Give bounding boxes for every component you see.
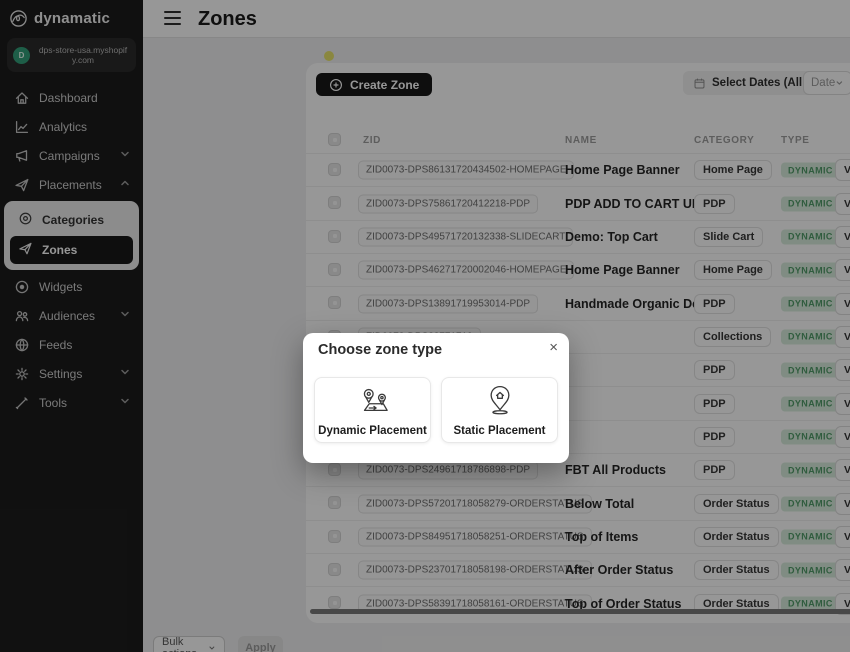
dynamic-placement-option[interactable]: Dynamic Placement — [314, 377, 431, 443]
modal-overlay[interactable] — [0, 0, 850, 652]
static-placement-option[interactable]: Static Placement — [441, 377, 558, 443]
modal-title: Choose zone type — [318, 342, 442, 358]
close-icon[interactable]: × — [549, 340, 558, 355]
choose-zone-type-modal: Choose zone type × Dynamic Placement Stat… — [303, 333, 569, 463]
dynamic-placement-icon — [355, 384, 391, 421]
zone-type-options: Dynamic Placement Static Placement — [314, 377, 558, 443]
option-label: Static Placement — [453, 425, 545, 437]
app-window: dynamatic D dps-store-usa.myshopify.com … — [0, 0, 850, 652]
option-label: Dynamic Placement — [318, 425, 427, 437]
static-placement-icon — [482, 384, 518, 421]
